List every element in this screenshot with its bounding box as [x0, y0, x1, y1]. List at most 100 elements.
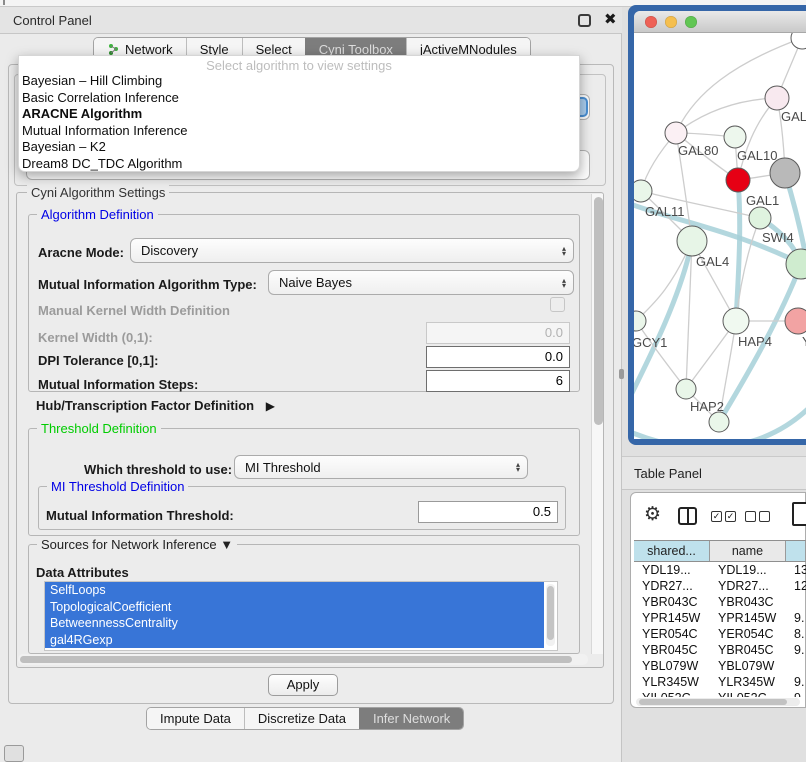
- algorithm-option-bayesian-hill-climbing[interactable]: Bayesian – Hill Climbing: [19, 73, 579, 90]
- table-cell: YBR045C: [710, 642, 786, 658]
- float-panel-icon[interactable]: [578, 14, 591, 27]
- table-cell: YBR045C: [634, 642, 710, 658]
- mi-threshold-field[interactable]: 0.5: [418, 501, 558, 523]
- table-row[interactable]: YLR345WYLR345W9.: [634, 674, 806, 690]
- mi-type-value: Naive Bayes: [279, 275, 352, 290]
- tab-discretize-data[interactable]: Discretize Data: [244, 708, 359, 729]
- network-node[interactable]: [677, 226, 707, 256]
- network-node[interactable]: [726, 168, 750, 192]
- manual-kernel-label: Manual Kernel Width Definition: [38, 303, 230, 318]
- scrollbar-thumb[interactable]: [547, 586, 554, 640]
- table-row[interactable]: YER054CYER054C8.: [634, 626, 806, 642]
- network-node[interactable]: [724, 126, 746, 148]
- algorithm-option-bayesian-k2[interactable]: Bayesian – K2: [19, 139, 579, 156]
- node-label-gal10: GAL10: [737, 148, 777, 163]
- network-node[interactable]: [634, 180, 652, 202]
- select-all-icon[interactable]: ✓✓: [711, 511, 736, 522]
- network-node[interactable]: [665, 122, 687, 144]
- minimize-traffic-light[interactable]: [665, 16, 677, 28]
- control-panel-titlebar: Control Panel ✖: [0, 7, 622, 34]
- node-label-swi4: SWI4: [762, 230, 794, 245]
- algorithm-option-basic-correlation-inference[interactable]: Basic Correlation Inference: [19, 90, 579, 107]
- manual-kernel-checkbox[interactable]: [550, 297, 565, 312]
- network-node[interactable]: [676, 379, 696, 399]
- table-cell: YDL19...: [634, 562, 710, 578]
- kernel-width-label: Kernel Width (0,1):: [38, 330, 153, 345]
- zoom-traffic-light[interactable]: [685, 16, 697, 28]
- data-attributes-list[interactable]: SelfLoopsTopologicalCoefficientBetweenne…: [44, 581, 558, 651]
- table-row[interactable]: YPR145WYPR145W9.: [634, 610, 806, 626]
- network-node[interactable]: [785, 308, 806, 334]
- table-panel-title: Table Panel: [634, 466, 702, 481]
- deselect-all-icon[interactable]: [745, 511, 770, 522]
- dropdown-hint: Select algorithm to view settings: [19, 56, 579, 73]
- tab-impute-data[interactable]: Impute Data: [147, 708, 244, 729]
- mi-type-select[interactable]: Naive Bayes ▴▾: [268, 270, 574, 295]
- network-window-titlebar[interactable]: [634, 11, 806, 33]
- node-label-hap4: HAP4: [738, 334, 772, 349]
- algorithm-option-dream8-dc-tdc-algorithm[interactable]: Dream8 DC_TDC Algorithm: [19, 156, 579, 173]
- attribute-item-selfloops[interactable]: SelfLoops: [45, 582, 544, 599]
- panel-divider-handle[interactable]: [619, 369, 624, 379]
- column-header-shared[interactable]: shared...: [634, 541, 710, 561]
- table-cell: YDL19...: [710, 562, 786, 578]
- scrollbar-thumb[interactable]: [639, 699, 787, 705]
- network-window: GALGAL80GAL10GAL1GAL11SWI4GAL4GCY1HAP4YH…: [634, 11, 806, 439]
- network-node[interactable]: [765, 86, 789, 110]
- scrollbar-thumb[interactable]: [20, 656, 572, 663]
- algorithm-option-mutual-information-inference[interactable]: Mutual Information Inference: [19, 123, 579, 140]
- settings-horizontal-scrollbar[interactable]: [18, 654, 588, 665]
- hub-definition-expander[interactable]: Hub/Transcription Factor Definition ▶: [36, 398, 275, 413]
- network-node[interactable]: [749, 207, 771, 229]
- aracne-mode-select[interactable]: Discovery ▴▾: [130, 238, 574, 263]
- attribute-item-topologicalcoefficient[interactable]: TopologicalCoefficient: [45, 599, 544, 616]
- column-header-clipped[interactable]: [786, 541, 806, 561]
- threshold-definition-title: Threshold Definition: [37, 421, 161, 436]
- attribute-item-betweennesscentrality[interactable]: BetweennessCentrality: [45, 615, 544, 632]
- table-cell: 9.: [786, 642, 806, 658]
- table-row[interactable]: YDR27...YDR27...12: [634, 578, 806, 594]
- network-canvas[interactable]: GALGAL80GAL10GAL1GAL11SWI4GAL4GCY1HAP4YH…: [634, 33, 806, 439]
- table-row[interactable]: YBL079WYBL079W: [634, 658, 806, 674]
- algorithm-option-aracne-algorithm[interactable]: ARACNE Algorithm: [19, 106, 579, 123]
- minimized-panel-icon[interactable]: [4, 745, 24, 762]
- table-cell: 9.: [786, 610, 806, 626]
- column-header-name[interactable]: name: [710, 541, 786, 561]
- table-cell: YBL079W: [634, 658, 710, 674]
- apply-button[interactable]: Apply: [268, 674, 338, 696]
- table-row[interactable]: YBR043CYBR043C: [634, 594, 806, 610]
- table-cell: YIL052C: [634, 690, 710, 697]
- data-attributes-label: Data Attributes: [36, 565, 129, 580]
- expander-down-icon[interactable]: ▼: [220, 537, 233, 552]
- close-traffic-light[interactable]: [645, 16, 657, 28]
- document-icon[interactable]: [792, 502, 806, 526]
- gear-icon[interactable]: ⚙: [644, 503, 661, 526]
- columns-icon[interactable]: [678, 507, 697, 525]
- dpi-tolerance-field[interactable]: 0.0: [426, 346, 570, 368]
- settings-vertical-scrollbar[interactable]: [591, 194, 603, 654]
- table-cell: 9: [786, 690, 806, 697]
- node-label-gal1: GAL1: [746, 193, 779, 208]
- attribute-item-gal4rgexp[interactable]: gal4RGexp: [45, 632, 544, 649]
- table-horizontal-scrollbar[interactable]: [636, 698, 800, 706]
- network-node[interactable]: [634, 311, 646, 331]
- algorithm-list: Bayesian – Hill ClimbingBasic Correlatio…: [19, 73, 579, 172]
- attributes-list-scrollbar[interactable]: [546, 584, 555, 646]
- network-node[interactable]: [791, 33, 806, 49]
- scrollbar-thumb[interactable]: [594, 197, 603, 425]
- network-node[interactable]: [786, 249, 806, 279]
- close-icon[interactable]: ✖: [604, 10, 617, 28]
- expander-right-icon[interactable]: ▶: [266, 399, 275, 413]
- network-node[interactable]: [709, 412, 729, 432]
- tab-infer-network[interactable]: Infer Network: [359, 708, 463, 729]
- table-row[interactable]: YBR045CYBR045C9.: [634, 642, 806, 658]
- top-tick: [3, 0, 5, 5]
- table-row[interactable]: YDL19...YDL19...13: [634, 562, 806, 578]
- network-node[interactable]: [723, 308, 749, 334]
- cyni-bottom-tabs: Impute DataDiscretize DataInfer Network: [146, 707, 464, 730]
- node-label-hap2: HAP2: [690, 399, 724, 414]
- kernel-width-field[interactable]: 0.0: [426, 322, 570, 344]
- table-row[interactable]: YIL052CYIL052C9: [634, 690, 806, 697]
- mi-steps-field[interactable]: 6: [426, 370, 570, 392]
- which-threshold-select[interactable]: MI Threshold ▴▾: [234, 455, 528, 479]
